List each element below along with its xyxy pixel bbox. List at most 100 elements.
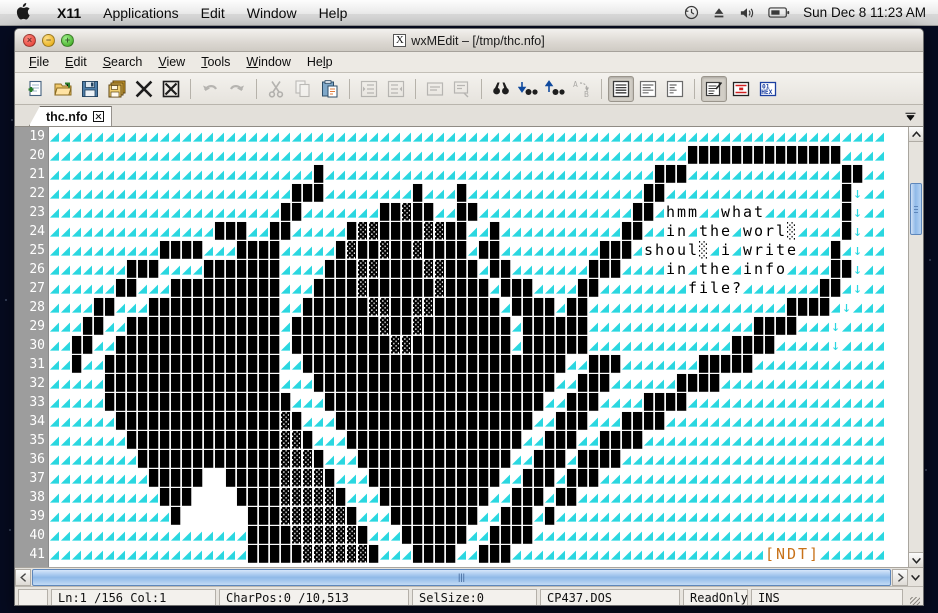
line-number: 41 (29, 547, 45, 562)
menu-file[interactable]: File (21, 53, 57, 71)
redo-icon (224, 76, 250, 102)
save-all-icon[interactable] (104, 76, 130, 102)
menubar-item-window[interactable]: Window (236, 5, 308, 21)
find-next-icon[interactable] (515, 76, 541, 102)
menu-help[interactable]: Help (299, 53, 341, 71)
menubar-clock[interactable]: Sun Dec 8 11:23 AM (803, 5, 926, 20)
undo-icon (197, 76, 223, 102)
find-prev-icon[interactable] (542, 76, 568, 102)
text-line: ◢ ◢ ◢ ◢ ◢ ◢ ◢ ◢ █ █ █ █ █ █ █ █ █ █ █ █ █ ▓ ▓ ▓ █ ◢ ◢ ◢ █ █ █ █ █ █ █ █ █ █ █ █… (49, 450, 885, 468)
text-line: ◢ ◢ ◢ ◢ ◢ ◢ ◢ ◢ ◢ ◢ ◢ ◢ ◢ ◢ ◢ ◢ ◢ ◢ █ █ █ █ █ ▓ ▓ ▓ ▓ ▓ ▓ █ ◢ ◢ ◢ █ █ █ █ ◢ ◢ █… (49, 545, 885, 563)
resize-grip-icon[interactable] (906, 589, 920, 605)
scrollbar-dropdown-icon[interactable] (908, 569, 923, 586)
open-file-icon[interactable] (50, 76, 76, 102)
unindent-icon (383, 76, 409, 102)
scroll-up-button[interactable] (909, 127, 923, 142)
text-line: ◢ ◢ ◢ ◢ ◢ ◢ █ █ ◢ ◢ ◢ █ █ █ █ █ █ █ █ █ █ ◢ ◢ ◢ █ █ █ █ ▓ █ █ █ █ █ █ ▓ █ █ █ █… (49, 279, 885, 297)
text-line: ◢ ◢ ◢ ◢ █ █ ◢ ◢ ◢ █ █ █ █ █ █ █ █ █ █ █ █ ◢ ◢ █ █ █ █ █ █ ▓ ▓ █ █ ▓ ▓ █ █ █ █ █… (49, 298, 885, 316)
horizontal-scrollbar[interactable]: ||| (15, 567, 923, 586)
text-mode-icon[interactable] (701, 75, 727, 102)
line-number: 39 (29, 509, 45, 524)
line-number: 30 (29, 338, 45, 353)
maximize-window-button[interactable]: + (61, 33, 74, 47)
main-toolbar: AB 01 HEX (15, 73, 923, 105)
text-line: ◢ ◢ ◢ ◢ ◢ ◢ ◢ ◢ ◢ ◢ ◢ ◢ ◢ ◢ ◢ ◢ ◢ ◢ █ █ █ █ ▓ ▓ ▓ ▓ ▓ ▓ █ ◢ ◢ ◢ █ █ █ █ █ █ ◢ ◢… (49, 526, 885, 544)
vertical-scroll-thumb[interactable] (910, 183, 922, 235)
x11-app-icon: X (393, 34, 407, 47)
tab-list-dropdown-icon[interactable] (903, 109, 917, 123)
menubar-item-edit[interactable]: Edit (190, 5, 236, 21)
svg-text:A: A (573, 80, 578, 89)
window-title-wrap: X wxMEdit – [/tmp/thc.nfo] (15, 29, 923, 52)
app-menu-bar: File Edit Search View Tools Window Help (15, 52, 923, 73)
save-file-icon[interactable] (77, 76, 103, 102)
line-number: 19 (29, 129, 45, 144)
text-line: ◢ ◢ ◢ ◢ ◢ ◢ ◢ ◢ ◢ ◢ █ █ █ █ ◢ ◢ ◢ █ █ █ █ ◢ ◢ ◢ ◢ ◢ █ ▓ █ █ ▓ █ █ ▓ █ █ █ █ ◢ █… (49, 241, 885, 259)
encoding[interactable]: CP437.DOS (540, 589, 680, 605)
close-window-button[interactable]: × (23, 33, 36, 47)
close-all-icon[interactable] (158, 76, 184, 102)
apple-logo-icon[interactable] (0, 2, 46, 23)
horizontal-scroll-thumb[interactable]: ||| (32, 568, 891, 586)
text-canvas[interactable]: ◢ ◢ ◢ ◢ ◢ ◢ ◢ ◢ ◢ ◢ ◢ ◢ ◢ ◢ ◢ ◢ ◢ ◢ ◢ ◢ ◢ ◢ ◢ ◢ ◢ ◢ ◢ ◢ ◢ ◢ ◢ ◢ ◢ ◢ ◢ ◢ ◢ ◢ ◢ ◢… (49, 127, 908, 567)
line-number: 22 (29, 186, 45, 201)
line-number: 20 (29, 148, 45, 163)
line-number: 21 (29, 167, 45, 182)
menubar-item-help[interactable]: Help (308, 5, 359, 21)
tab-label: thc.nfo (46, 109, 88, 124)
new-file-icon[interactable] (23, 76, 49, 102)
column-mode-icon[interactable] (728, 76, 754, 102)
text-line: ◢ ◢ █ █ ◢ ◢ █ █ █ █ █ █ █ █ █ █ █ █ █ █ █ ◢ █ █ █ █ █ █ █ █ █ ▓ ▓ █ █ █ █ █ █ █… (49, 336, 885, 354)
tab-close-icon[interactable] (92, 111, 104, 122)
status-blank (18, 589, 48, 605)
wordwrap-none-icon[interactable] (662, 76, 688, 102)
time-machine-icon[interactable] (684, 5, 699, 20)
line-number: 38 (29, 490, 45, 505)
line-number: 24 (29, 224, 45, 239)
line-number-gutter: 19 20 21 22 23 24 25 26 27 28 29 30 31 32 33 34 35 36 37 38… (15, 127, 49, 567)
minimize-window-button[interactable]: − (42, 33, 55, 47)
toolbar-separator (481, 78, 482, 99)
menu-window[interactable]: Window (238, 53, 298, 71)
text-line: ◢ ◢ ◢ ◢ ◢ ◢ █ █ █ █ █ █ █ █ █ █ █ █ █ █ █ ▓ █ ◢ ◢ ◢ █ █ █ █ █ █ █ █ █ █ █ █ █ █… (49, 412, 885, 430)
insert-mode[interactable]: INS (751, 589, 903, 605)
comment-icon (422, 76, 448, 102)
tab-thc-nfo[interactable]: thc.nfo (29, 106, 112, 126)
text-line: ◢ ◢ ◢ ◢ ◢ ◢ ◢ █ █ █ ◢ ◢ ◢ ◢ █ █ █ █ █ █ █ ◢ ◢ ◢ ◢ █ █ █ ▓ ▓ █ █ █ █ ▓ ▓ █ █ █ ◢… (49, 260, 885, 278)
signature-text: N (775, 545, 786, 563)
wordwrap-page-icon[interactable] (635, 76, 661, 102)
wordwrap-window-icon[interactable] (608, 75, 634, 102)
line-number: 28 (29, 300, 45, 315)
scroll-down-button[interactable] (909, 552, 923, 567)
menubar-item-applications[interactable]: Applications (92, 5, 190, 21)
eject-icon[interactable] (712, 6, 726, 20)
text-line: ◢ ◢ ◢ ◢ ◢ ◢ ◢ █ █ █ █ █ █ █ █ █ █ █ █ █ █ ▓ ▓ █ ◢ ◢ ◢ █ █ █ █ █ █ █ █ █ █ █ █ █… (49, 431, 885, 449)
line-number: 25 (29, 243, 45, 258)
menubar-item-x11[interactable]: X11 (46, 5, 92, 21)
line-number: 32 (29, 376, 45, 391)
line-number: 26 (29, 262, 45, 277)
replace-icon: AB (569, 76, 595, 102)
close-file-icon[interactable] (131, 76, 157, 102)
paste-icon[interactable] (317, 76, 343, 102)
scroll-right-button[interactable] (892, 568, 908, 586)
hex-mode-icon[interactable]: 01 HEX (755, 76, 781, 102)
readonly-state[interactable]: ReadOnly (683, 589, 748, 605)
scroll-left-button[interactable] (15, 568, 31, 586)
char-position: CharPos:0 /10,513 (219, 589, 409, 605)
toolbar-separator (415, 78, 416, 99)
text-line: ◢ ◢ ◢ ◢ ◢ ◢ ◢ ◢ ◢ ◢ ◢ ◢ ◢ ◢ ◢ ◢ ◢ ◢ ◢ ◢ ◢ ◢ ◢ ◢ ◢ ◢ ◢ ◢ ◢ ◢ ◢ ◢ ◢ ◢ ◢ ◢ ◢ ◢ ◢ ◢… (49, 127, 885, 145)
cut-icon (263, 76, 289, 102)
menu-search[interactable]: Search (95, 53, 151, 71)
svg-text:HEX: HEX (761, 89, 772, 96)
signature-text: D (786, 545, 797, 563)
vertical-scrollbar[interactable] (908, 127, 923, 567)
text-line: ◢ ◢ █ ◢ ◢ █ █ █ █ █ █ █ █ █ █ █ █ █ █ █ █ ◢ ◢ █ █ █ █ █ █ █ █ █ █ █ █ █ █ █ █ █… (49, 355, 885, 373)
volume-icon[interactable] (739, 6, 755, 20)
menu-tools[interactable]: Tools (193, 53, 238, 71)
window-title-bar[interactable]: × − + X wxMEdit – [/tmp/thc.nfo] (15, 29, 923, 52)
battery-icon[interactable] (768, 6, 790, 19)
menu-view[interactable]: View (150, 53, 193, 71)
menu-edit[interactable]: Edit (57, 53, 95, 71)
find-icon[interactable] (488, 76, 514, 102)
